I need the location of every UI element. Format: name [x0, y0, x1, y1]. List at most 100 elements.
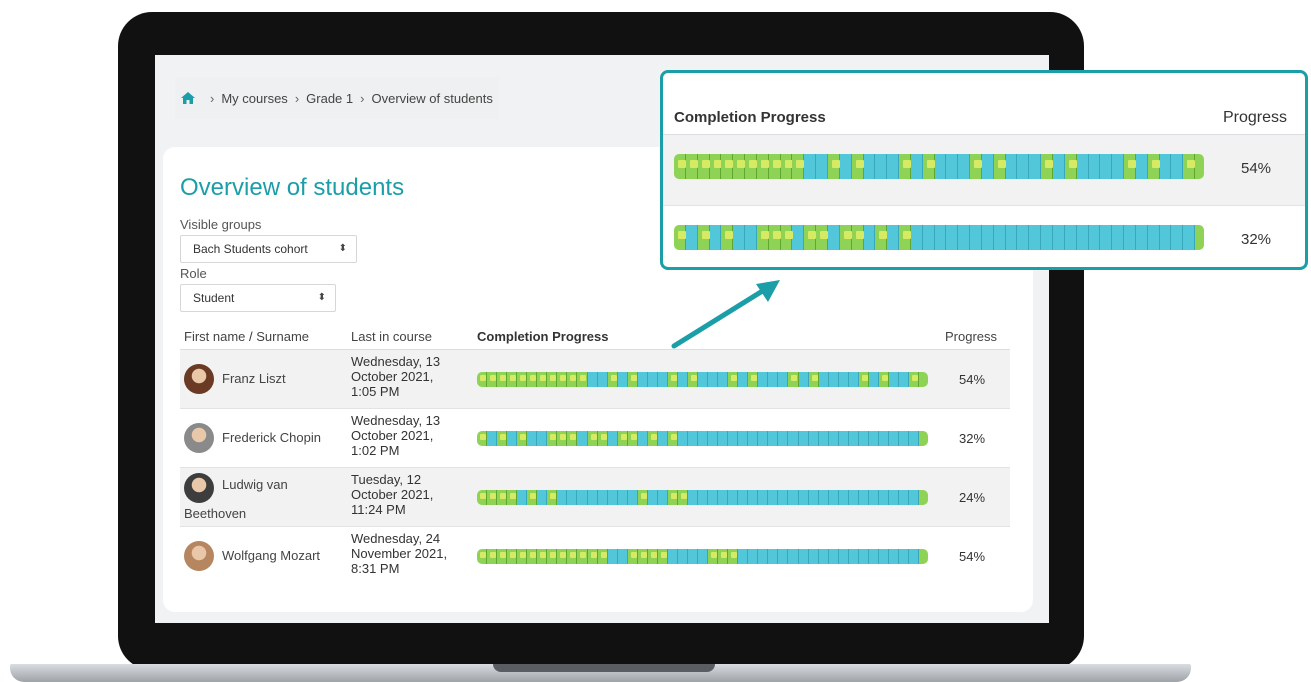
completed-activity-segment[interactable]	[497, 431, 508, 446]
completed-activity-segment[interactable]	[527, 372, 538, 387]
pending-activity-segment[interactable]	[798, 490, 809, 505]
completed-activity-segment[interactable]	[497, 490, 508, 505]
completed-activity-segment[interactable]	[547, 549, 558, 564]
pending-activity-segment[interactable]	[577, 490, 588, 505]
completed-activity-segment[interactable]	[768, 225, 781, 250]
pending-activity-segment[interactable]	[1017, 154, 1030, 179]
pending-activity-segment[interactable]	[1147, 225, 1160, 250]
pending-activity-segment[interactable]	[887, 154, 900, 179]
completed-activity-segment[interactable]	[851, 154, 864, 179]
pending-activity-segment[interactable]	[818, 549, 829, 564]
completed-activity-segment[interactable]	[627, 431, 638, 446]
completed-activity-segment[interactable]	[507, 549, 518, 564]
pending-activity-segment[interactable]	[677, 431, 688, 446]
completed-activity-segment[interactable]	[756, 225, 769, 250]
pending-activity-segment[interactable]	[934, 154, 947, 179]
pending-activity-segment[interactable]	[667, 549, 678, 564]
pending-activity-segment[interactable]	[1135, 225, 1148, 250]
pending-activity-segment[interactable]	[828, 431, 839, 446]
completed-activity-segment[interactable]	[547, 372, 558, 387]
pending-activity-segment[interactable]	[507, 431, 518, 446]
pending-activity-segment[interactable]	[537, 431, 548, 446]
avatar[interactable]	[184, 423, 214, 453]
pending-activity-segment[interactable]	[708, 372, 719, 387]
completed-activity-segment[interactable]	[527, 490, 538, 505]
pending-activity-segment[interactable]	[537, 490, 548, 505]
groups-select[interactable]: Bach Students cohort ⬍	[180, 235, 357, 263]
completed-activity-segment[interactable]	[709, 154, 722, 179]
completed-activity-segment[interactable]	[808, 372, 819, 387]
pending-activity-segment[interactable]	[1135, 154, 1148, 179]
breadcrumb-grade[interactable]: Grade 1	[306, 91, 353, 106]
pending-activity-segment[interactable]	[946, 225, 959, 250]
pending-activity-segment[interactable]	[993, 225, 1006, 250]
completed-activity-segment[interactable]	[487, 490, 498, 505]
pending-activity-segment[interactable]	[1053, 154, 1065, 179]
pending-activity-segment[interactable]	[577, 431, 588, 446]
pending-activity-segment[interactable]	[788, 490, 799, 505]
pending-activity-segment[interactable]	[808, 549, 819, 564]
pending-activity-segment[interactable]	[698, 372, 709, 387]
completed-activity-segment[interactable]	[718, 549, 729, 564]
pending-activity-segment[interactable]	[898, 431, 910, 446]
pending-activity-segment[interactable]	[745, 225, 757, 250]
completed-activity-segment[interactable]	[477, 490, 488, 505]
pending-activity-segment[interactable]	[888, 372, 899, 387]
pending-activity-segment[interactable]	[1053, 225, 1065, 250]
pending-activity-segment[interactable]	[1100, 225, 1113, 250]
pending-activity-segment[interactable]	[798, 549, 809, 564]
pending-activity-segment[interactable]	[617, 549, 628, 564]
pending-activity-segment[interactable]	[768, 372, 779, 387]
pending-activity-segment[interactable]	[827, 225, 840, 250]
pending-activity-segment[interactable]	[1076, 225, 1089, 250]
pending-activity-segment[interactable]	[738, 549, 749, 564]
pending-activity-segment[interactable]	[981, 154, 994, 179]
completed-activity-segment[interactable]	[527, 549, 538, 564]
pending-activity-segment[interactable]	[607, 490, 618, 505]
completed-activity-segment[interactable]	[745, 154, 757, 179]
completed-activity-segment[interactable]	[517, 549, 528, 564]
completed-activity-segment[interactable]	[1041, 154, 1053, 179]
completed-activity-segment[interactable]	[547, 431, 558, 446]
pending-activity-segment[interactable]	[848, 372, 859, 387]
completed-activity-segment[interactable]	[697, 154, 710, 179]
pending-activity-segment[interactable]	[738, 490, 749, 505]
completed-activity-segment[interactable]	[497, 372, 508, 387]
pending-activity-segment[interactable]	[818, 431, 829, 446]
pending-activity-segment[interactable]	[868, 372, 879, 387]
completed-activity-segment[interactable]	[667, 431, 678, 446]
pending-activity-segment[interactable]	[878, 490, 889, 505]
column-progress[interactable]: Progress	[945, 329, 997, 344]
completed-activity-segment[interactable]	[875, 225, 888, 250]
pending-activity-segment[interactable]	[1112, 154, 1125, 179]
pending-activity-segment[interactable]	[778, 549, 789, 564]
completed-activity-segment[interactable]	[587, 431, 598, 446]
completed-activity-segment[interactable]	[537, 549, 548, 564]
pending-activity-segment[interactable]	[647, 490, 658, 505]
pending-activity-segment[interactable]	[677, 372, 688, 387]
student-name-link[interactable]: Franz Liszt	[222, 371, 286, 386]
completed-activity-segment[interactable]	[677, 490, 688, 505]
completed-activity-segment[interactable]	[697, 225, 710, 250]
completed-activity-segment[interactable]	[487, 372, 498, 387]
completed-activity-segment[interactable]	[587, 549, 598, 564]
pending-activity-segment[interactable]	[828, 372, 839, 387]
completion-progress-bar[interactable]	[477, 372, 929, 387]
pending-activity-segment[interactable]	[1124, 225, 1136, 250]
pending-activity-segment[interactable]	[1159, 154, 1172, 179]
completed-activity-segment[interactable]	[858, 372, 869, 387]
pending-activity-segment[interactable]	[708, 490, 719, 505]
completed-activity-segment[interactable]	[657, 549, 668, 564]
student-name-link[interactable]: Wolfgang Mozart	[222, 548, 320, 563]
completed-activity-segment[interactable]	[577, 549, 588, 564]
completed-activity-segment[interactable]	[708, 549, 719, 564]
student-name-link[interactable]: Ludwig van	[222, 477, 288, 492]
pending-activity-segment[interactable]	[1041, 225, 1053, 250]
pending-activity-segment[interactable]	[910, 225, 923, 250]
pending-activity-segment[interactable]	[981, 225, 994, 250]
completed-activity-segment[interactable]	[497, 549, 508, 564]
completed-activity-segment[interactable]	[970, 154, 982, 179]
pending-activity-segment[interactable]	[607, 549, 618, 564]
pending-activity-segment[interactable]	[888, 549, 899, 564]
completed-activity-segment[interactable]	[756, 154, 769, 179]
